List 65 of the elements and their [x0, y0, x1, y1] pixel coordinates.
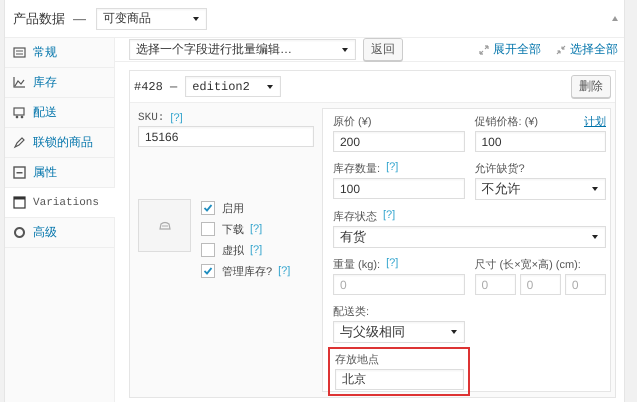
caret-icon	[193, 16, 199, 20]
help-link[interactable]: [?]	[170, 112, 183, 124]
checkbox-label: 下载	[222, 222, 244, 236]
sku-field[interactable]: 15166	[138, 126, 314, 147]
help-link[interactable]: [?]	[383, 209, 396, 224]
input-field[interactable]: 200	[333, 131, 464, 152]
remove-button[interactable]: 删除	[571, 75, 611, 98]
caret-icon	[592, 235, 598, 239]
checkbox-label: 管理库存?	[222, 264, 272, 278]
checkbox-label: 启用	[222, 202, 244, 216]
product-type-select[interactable]: 可变商品	[96, 8, 207, 30]
gear-icon	[13, 226, 26, 239]
dropdown-field[interactable]: 有货	[333, 226, 606, 248]
input-field[interactable]: 100	[333, 178, 464, 199]
box-minus-icon	[13, 166, 26, 179]
caret-icon	[450, 330, 456, 334]
go-button[interactable]: 返回	[363, 38, 403, 61]
field-label: 库存状态	[333, 210, 377, 224]
schedule-link[interactable]: 计划	[584, 114, 606, 129]
checkbox[interactable]	[201, 201, 215, 215]
help-link[interactable]: [?]	[386, 257, 398, 272]
image-icon	[158, 220, 172, 230]
input-field[interactable]: 0	[474, 274, 516, 295]
help-link[interactable]: [?]	[250, 244, 262, 256]
input-field[interactable]: 北京	[335, 369, 464, 390]
sidebar-tab[interactable]: Variations	[5, 188, 115, 218]
toolbar-link[interactable]: 选择全部	[570, 41, 618, 58]
field-label: 允许缺货?	[474, 162, 525, 176]
checkbox[interactable]	[201, 222, 215, 236]
variation-id: #428 —	[134, 80, 178, 94]
field-label: 配送类:	[333, 305, 370, 319]
chart-icon	[13, 76, 26, 89]
field-label: 尺寸 (长×宽×高) (cm):	[474, 258, 581, 272]
attribute-select[interactable]: edition2	[185, 76, 282, 97]
toolbar-link[interactable]: 展开全部	[493, 41, 541, 58]
input-field[interactable]: 100	[474, 131, 606, 152]
window-icon	[13, 196, 26, 209]
input-field[interactable]: 0	[520, 274, 561, 295]
bulk-edit-select[interactable]: 选择一个字段进行批量编辑…	[129, 39, 356, 60]
field-label: SKU:	[138, 112, 164, 124]
collapse-toggle-icon[interactable]	[612, 16, 618, 21]
expand-arrows-icon[interactable]	[479, 44, 489, 54]
field-label: 存放地点	[335, 352, 379, 367]
checkbox-label: 虚拟	[222, 244, 244, 258]
caret-icon	[592, 187, 598, 191]
collapse-arrows-icon[interactable]	[556, 44, 566, 54]
dropdown-field[interactable]: 不允许	[474, 178, 606, 200]
caret-icon	[267, 85, 274, 89]
dropdown-field[interactable]: 与父级相同	[333, 321, 464, 343]
field-label: 重量 (kg):	[333, 258, 380, 272]
field-label: 促销价格: (¥)	[474, 115, 538, 129]
help-link[interactable]: [?]	[278, 265, 290, 277]
checkbox[interactable]	[201, 264, 215, 278]
field-label: 库存数量:	[333, 162, 380, 176]
input-field[interactable]: 0	[564, 274, 606, 295]
help-link[interactable]: [?]	[386, 161, 398, 176]
caret-icon	[342, 48, 348, 52]
input-field[interactable]: 0	[333, 274, 464, 295]
cart-icon	[13, 106, 26, 119]
checkbox[interactable]	[201, 243, 215, 257]
list-icon	[13, 46, 26, 59]
help-link[interactable]: [?]	[250, 223, 262, 235]
section-title: 产品数据	[13, 10, 65, 28]
field-label: 原价 (¥)	[333, 115, 372, 129]
dash: —	[73, 11, 86, 26]
